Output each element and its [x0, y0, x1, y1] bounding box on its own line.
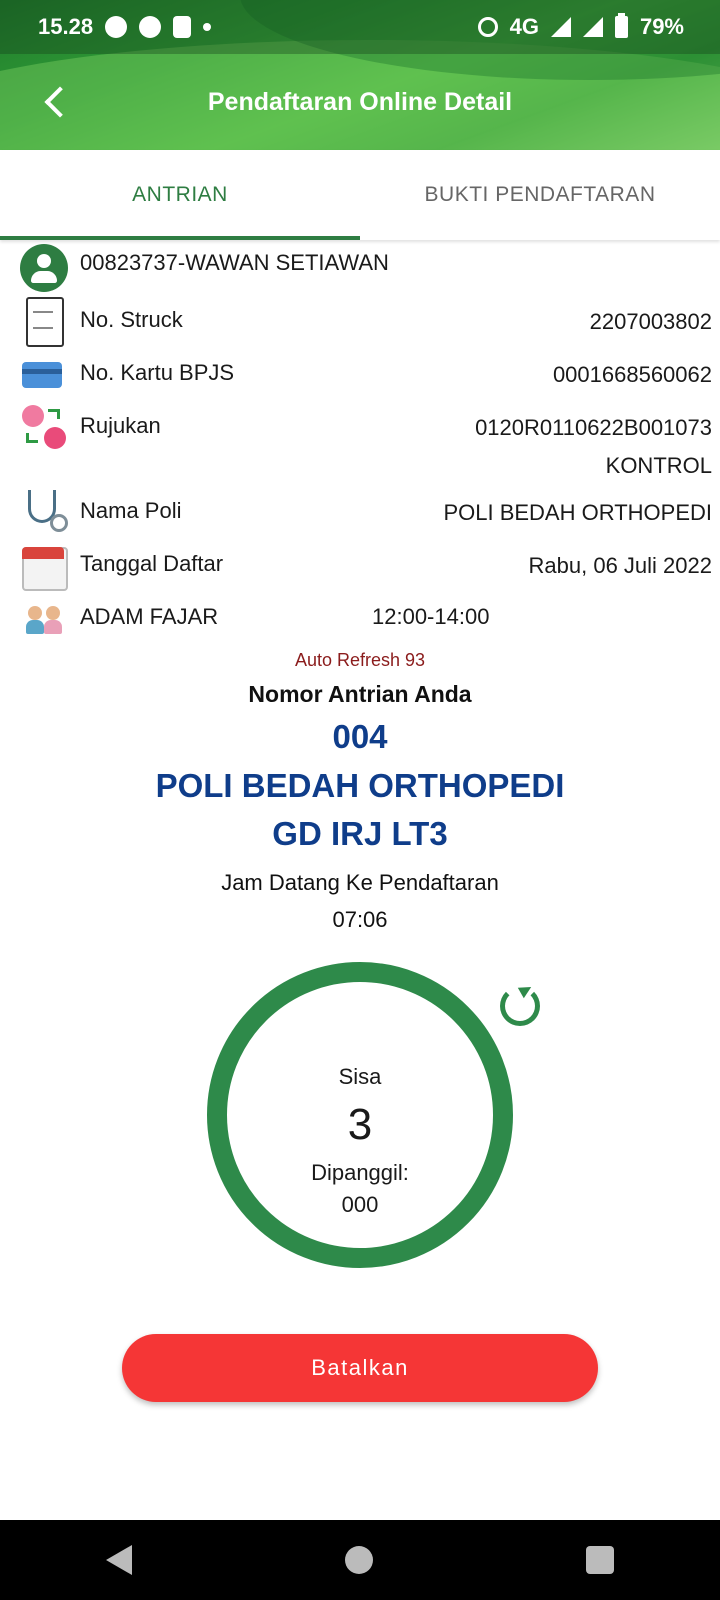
nav-home-icon[interactable] [344, 1546, 373, 1574]
queue-heading: Nomor Antrian Anda [248, 681, 472, 707]
queue-poli: POLI BEDAH ORTHOPEDI [155, 767, 565, 804]
status-bar: 15.28 4G 79% [0, 0, 720, 54]
bpjs-label: No. Kartu BPJS [80, 360, 235, 385]
auto-refresh-label: Auto Refresh 93 [294, 650, 426, 670]
queue-location: GD IRJ LT3 [272, 815, 448, 852]
remaining-label: Sisa [338, 1064, 382, 1089]
shop-icon [173, 16, 192, 38]
speed-icon [105, 16, 128, 38]
battery-icon [614, 13, 628, 38]
arrive-label: Jam Datang Ke Pendaftaran [221, 870, 499, 895]
doctor-schedule: 12:00-14:00 [372, 604, 490, 629]
app-bar: Pendaftaran Online Detail [0, 54, 720, 150]
remaining-count: 3 [347, 1100, 373, 1149]
date-row: Tanggal Daftar Rabu, 06 Juli 2022 [20, 541, 712, 591]
queue-number: 004 [332, 718, 388, 755]
status-time: 15.28 [38, 14, 94, 39]
poli-value: POLI BEDAH ORTHOPEDI [443, 500, 712, 525]
rujukan-value: 0120R0110622B001073 KONTROL [475, 399, 712, 485]
back-button[interactable] [32, 78, 80, 126]
poli-row: Nama Poli POLI BEDAH ORTHOPEDI [20, 488, 712, 536]
struck-value: 2207003802 [589, 309, 712, 334]
media-icon [139, 16, 162, 38]
refresh-icon[interactable] [496, 982, 540, 1026]
patient-row: 00823737-WAWAN SETIAWAN [20, 244, 712, 292]
date-label: Tanggal Daftar [80, 551, 224, 576]
cancel-button[interactable]: Batalkan [122, 1334, 598, 1402]
struck-row: No. Struck 2207003802 [20, 297, 712, 347]
doctor-row: ADAM FAJAR 12:00-14:00 [20, 594, 712, 642]
user-icon [20, 244, 68, 292]
rujukan-number: 0120R0110622B001073 [475, 415, 712, 440]
doctors-icon [20, 594, 68, 642]
called-label: Dipanggil: [311, 1160, 409, 1185]
rujukan-row: Rujukan 0120R0110622B001073 KONTROL [20, 403, 712, 485]
stethoscope-icon [20, 488, 68, 536]
header: 15.28 4G 79% Pendaftaran Online Detail [0, 0, 720, 150]
system-nav-bar [0, 1520, 720, 1600]
tab-bar: ANTRIAN BUKTI PENDAFTARAN [0, 150, 720, 240]
notification-dot-icon [203, 23, 212, 31]
calendar-icon [20, 541, 68, 591]
date-value: Rabu, 06 Juli 2022 [528, 553, 712, 578]
network-type: 4G [509, 14, 539, 39]
signal-2-icon [582, 17, 603, 37]
struck-label: No. Struck [80, 307, 183, 332]
referral-icon [20, 403, 68, 451]
nav-recents-icon[interactable] [585, 1546, 614, 1574]
arrive-time: 07:06 [332, 907, 388, 932]
card-icon [20, 350, 68, 398]
battery-level: 79% [639, 14, 684, 39]
tab-antrian[interactable]: ANTRIAN [0, 150, 360, 240]
patient-name: 00823737-WAWAN SETIAWAN [80, 250, 389, 275]
queue-ring: Sisa 3 Dipanggil: 000 [207, 962, 513, 1268]
nav-back-icon[interactable] [106, 1545, 133, 1575]
page-title: Pendaftaran Online Detail [207, 87, 513, 116]
bpjs-row: No. Kartu BPJS 0001668560062 [20, 350, 712, 398]
called-number: 000 [341, 1192, 379, 1217]
receipt-icon [20, 297, 68, 347]
rujukan-label: Rujukan [80, 413, 161, 438]
poli-label: Nama Poli [80, 498, 182, 523]
back-arrow-icon [44, 86, 76, 118]
tab-bukti-pendaftaran[interactable]: BUKTI PENDAFTARAN [360, 150, 720, 240]
doctor-name: ADAM FAJAR [80, 604, 219, 629]
bpjs-value: 0001668560062 [552, 362, 712, 387]
rujukan-type: KONTROL [605, 453, 712, 478]
alarm-icon [477, 17, 498, 37]
signal-icon [550, 17, 571, 37]
